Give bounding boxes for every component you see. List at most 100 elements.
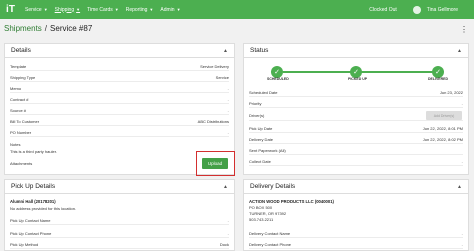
row-value: - [461, 100, 463, 106]
delivery-phone: 503.743.2211 [249, 217, 274, 222]
step-label: DELIVERED [428, 77, 449, 81]
nav-admin-label: Admin [160, 6, 175, 13]
details-row: Source # - [10, 106, 229, 115]
breadcrumb-shipments[interactable]: Shipments [4, 24, 42, 33]
row-label: Sent Paperwork (All) [249, 147, 286, 153]
delivery-header: Delivery Details ▲ [244, 180, 468, 194]
user-name[interactable]: Tina Gellmore [427, 7, 458, 13]
row-label: Template [10, 63, 27, 69]
details-row: PO Number - [10, 128, 229, 137]
add-driver-button[interactable]: Add Driver(s) [426, 111, 462, 120]
row-label: Shipping Type [10, 74, 36, 80]
delivery-location-name: ACTION WOOD PRODUCTS LLC (0040001) [249, 199, 334, 204]
row-label: Scheduled Date [249, 89, 278, 95]
chevron-up-icon[interactable]: ▲ [457, 48, 462, 54]
row-label: Priority [249, 100, 262, 106]
delivery-title: Delivery Details [250, 183, 296, 190]
nav-service[interactable]: Service ▼ [25, 7, 48, 13]
row-label: Pick Up Date [249, 125, 273, 131]
status-title: Status [250, 47, 269, 54]
clock-status[interactable]: Clocked Out [369, 7, 397, 13]
row-value: - [461, 241, 463, 247]
pickup-row: Pick Up Contact Name - [10, 216, 229, 225]
chevron-down-icon: ▼ [76, 7, 81, 12]
row-value: - [461, 230, 463, 236]
row-label: Delivery Contact Phone [249, 241, 292, 247]
nav-shipping[interactable]: Shipping ▼ [55, 7, 80, 13]
delivery-row: Delivery Contact Name - [249, 229, 463, 238]
pickup-row: Pick Up Contact Phone - [10, 229, 229, 238]
delivery-address-line: PO BOX 500 [249, 205, 273, 210]
status-row: Delivery Date Jun 22, 2022, 8:02 PM [249, 135, 463, 144]
step-label: PICKED UP [348, 77, 368, 81]
details-row: Bill To Customer ABC Distributions [10, 117, 229, 126]
chevron-down-icon: ▼ [43, 7, 48, 12]
row-label: Delivery Date [249, 136, 274, 142]
nav-reporting-label: Reporting [125, 6, 148, 13]
nav-admin[interactable]: Admin ▼ [160, 7, 180, 13]
row-value: - [227, 129, 229, 135]
step-label: SCHEDULED [267, 77, 289, 81]
top-nav-bar: iT Service ▼ Shipping ▼ Time Cards ▼ Report… [0, 0, 474, 19]
status-row: Sent Paperwork (All) [249, 146, 463, 155]
status-row: Collect Date - [249, 157, 463, 166]
row-value: ABC Distributions [197, 118, 229, 124]
status-header: Status ▲ [244, 44, 468, 58]
details-title: Details [11, 47, 31, 54]
status-row: Priority - [249, 99, 463, 108]
row-value: Jun 22, 2022, 8:01 PM [422, 125, 463, 131]
nav-reporting[interactable]: Reporting ▼ [126, 7, 154, 13]
row-label: Bill To Customer [10, 118, 40, 124]
status-row: Scheduled Date Jun 23, 2022 [249, 88, 463, 97]
breadcrumb-separator: / [44, 24, 48, 33]
page-title: Service #87 [50, 24, 93, 33]
status-row: Pick Up Date Jun 22, 2022, 8:01 PM [249, 124, 463, 133]
row-value: - [227, 107, 229, 113]
row-value: Jun 23, 2022 [439, 89, 463, 95]
status-panel: Status ▲ [243, 43, 469, 175]
row-value: - [227, 230, 229, 236]
chevron-up-icon[interactable]: ▲ [223, 184, 228, 190]
breadcrumb: Shipments / Service #87 [4, 24, 92, 33]
row-value: Jun 22, 2022, 8:02 PM [422, 136, 463, 142]
app-logo[interactable]: iT [3, 0, 18, 19]
nav-time-cards[interactable]: Time Cards ▼ [87, 7, 119, 13]
attachments-label: Attachments [10, 161, 33, 166]
details-row: Template Service Delivery [10, 62, 229, 71]
details-header: Details ▲ [5, 44, 234, 58]
row-label: Pick Up Contact Phone [10, 230, 52, 236]
row-value: - [227, 217, 229, 223]
row-value: Dock [219, 241, 229, 247]
row-value: Service Delivery [200, 63, 229, 69]
chevron-up-icon[interactable]: ▲ [457, 184, 462, 190]
row-value: - [227, 85, 229, 91]
chevron-down-icon: ▼ [149, 7, 154, 12]
notes-label: Notes [10, 142, 21, 147]
pickup-location-name: Alumni Hall (20178201) [10, 199, 56, 204]
delivery-address-line: TURNER, OR 97392 [249, 211, 287, 216]
row-label: Pick Up Method [10, 241, 39, 247]
chevron-down-icon: ▼ [114, 7, 119, 12]
delivery-row: Delivery Contact Phone - [249, 240, 463, 249]
row-value: Service [215, 74, 229, 80]
avatar[interactable] [412, 5, 421, 14]
nav-service-label: Service [25, 6, 42, 13]
more-options-icon[interactable]: ⋮ [460, 25, 468, 34]
nav-shipping-label: Shipping [54, 6, 75, 13]
details-row: Shipping Type Service [10, 73, 229, 82]
notes-text: This is a third party hauler. [10, 149, 57, 154]
row-label: Memo [10, 85, 22, 91]
pickup-title: Pick Up Details [11, 183, 56, 190]
row-label: Driver(s) [249, 113, 265, 118]
row-label: Source # [10, 107, 27, 113]
nav-time-cards-label: Time Cards [87, 6, 113, 13]
row-label: Pick Up Contact Name [10, 217, 51, 223]
pickup-row: Pick Up Method Dock [10, 240, 229, 249]
details-row: Memo - [10, 84, 229, 93]
chevron-up-icon[interactable]: ▲ [223, 48, 228, 54]
row-label: PO Number [10, 129, 32, 135]
pickup-header: Pick Up Details ▲ [5, 180, 234, 194]
pickup-address: No address provided for this location. [10, 206, 77, 211]
upload-button[interactable]: Upload [202, 158, 228, 169]
chevron-down-icon: ▼ [176, 7, 181, 12]
